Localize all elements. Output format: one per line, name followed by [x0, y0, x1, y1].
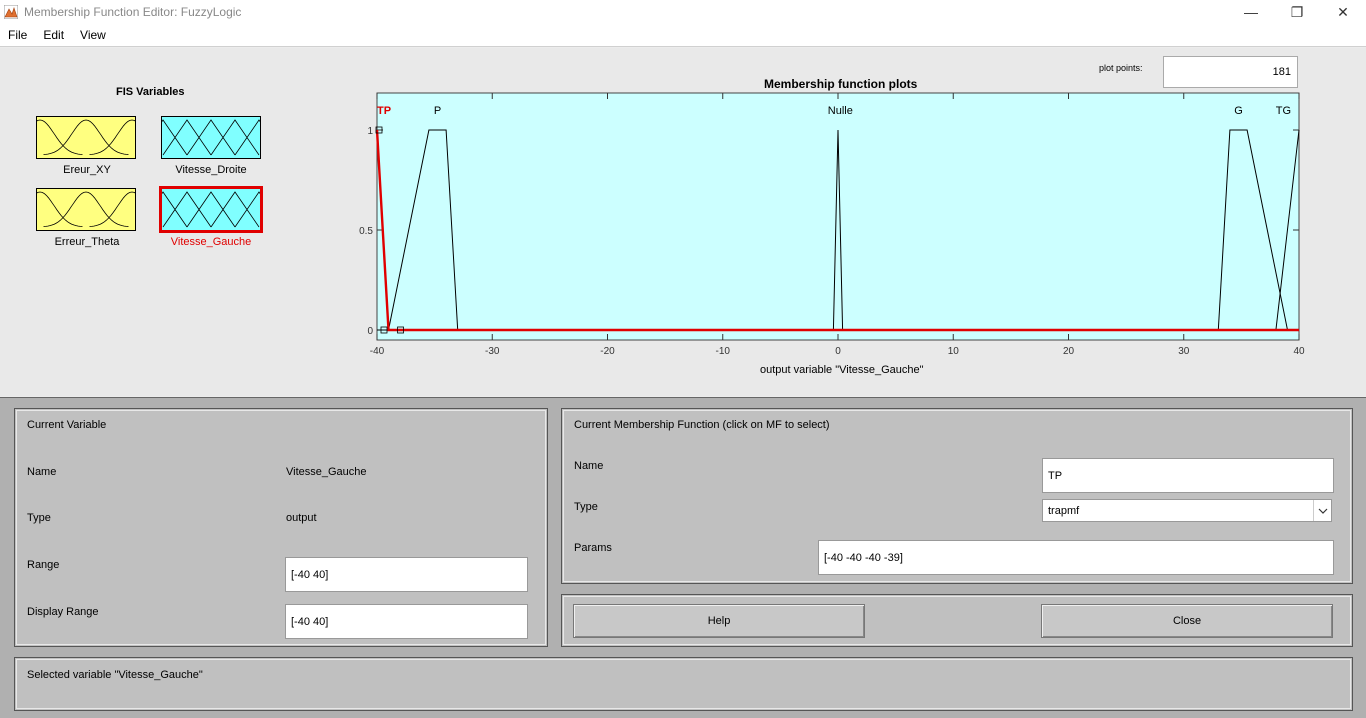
chevron-down-icon [1313, 500, 1331, 521]
close-window-button[interactable]: ✕ [1320, 0, 1366, 24]
mf-params-input[interactable] [818, 540, 1334, 575]
fis-variable-ereur-xy[interactable] [36, 116, 136, 159]
lower-area: Current Variable Name Vitesse_Gauche Typ… [0, 397, 1366, 718]
x-tick-label: 40 [1293, 346, 1305, 357]
mf-name-label: Name [574, 460, 604, 472]
variable-name-label: Name [27, 466, 57, 478]
mf-type-value: trapmf [1048, 504, 1080, 517]
plot-points-label: plot points: [1099, 63, 1143, 73]
current-variable-title: Current Variable [27, 419, 107, 431]
mf-type-select[interactable]: trapmf [1042, 499, 1332, 522]
matlab-icon [4, 5, 18, 19]
buttons-panel: Help Close [561, 594, 1353, 647]
mf-thumbnail [162, 117, 260, 158]
membership-function-plot[interactable]: -40 -30 -20 -10 0 10 20 30 40 0 0.5 1 P Nulle G TG TP [350, 90, 1320, 362]
x-tick-label: -10 [716, 346, 731, 357]
mf-label-g[interactable]: G [1234, 105, 1243, 117]
display-range-label: Display Range [27, 606, 99, 618]
menu-file[interactable]: File [0, 24, 35, 47]
fis-variable-vitesse-droite[interactable] [161, 116, 261, 159]
range-label: Range [27, 559, 60, 571]
mf-label-p[interactable]: P [434, 105, 441, 117]
variable-type-value: output [286, 512, 317, 524]
help-button[interactable]: Help [573, 604, 865, 638]
close-button[interactable]: Close [1041, 604, 1333, 638]
title-bar: Membership Function Editor: FuzzyLogic —… [0, 0, 1366, 24]
fis-variable-label-selected: Vitesse_Gauche [170, 236, 252, 248]
plot-title: Membership function plots [764, 77, 918, 91]
mf-name-input[interactable] [1042, 458, 1334, 493]
x-tick-label: 0 [835, 346, 841, 357]
status-panel: Selected variable "Vitesse_Gauche" [14, 657, 1353, 711]
x-tick-label: -30 [485, 346, 500, 357]
mf-label-tp[interactable]: TP [377, 105, 391, 117]
mf-type-label: Type [574, 501, 598, 513]
mf-thumbnail [37, 117, 135, 158]
display-range-input[interactable] [285, 604, 528, 639]
mf-params-label: Params [574, 542, 612, 554]
fis-variable-erreur-theta[interactable] [36, 188, 136, 231]
current-mf-panel: Current Membership Function (click on MF… [561, 408, 1353, 584]
fis-variables-title: FIS Variables [116, 86, 185, 98]
y-tick-label: 0 [367, 326, 373, 337]
mf-thumbnail [162, 189, 260, 230]
menu-bar: File Edit View [0, 24, 1366, 47]
status-message: Selected variable "Vitesse_Gauche" [27, 669, 203, 681]
minimize-button[interactable]: — [1228, 0, 1274, 24]
fis-variable-label: Ereur_XY [63, 164, 111, 176]
variable-name-value: Vitesse_Gauche [286, 466, 367, 478]
fis-variable-vitesse-gauche[interactable] [159, 186, 263, 233]
variable-type-label: Type [27, 512, 51, 524]
fis-variable-label: Erreur_Theta [54, 236, 120, 248]
current-variable-panel: Current Variable Name Vitesse_Gauche Typ… [14, 408, 548, 647]
current-mf-title: Current Membership Function (click on MF… [574, 419, 830, 431]
y-tick-label: 1 [367, 126, 373, 137]
restore-button[interactable]: ❐ [1274, 0, 1320, 24]
range-input[interactable] [285, 557, 528, 592]
x-tick-label: 20 [1063, 346, 1075, 357]
window-title: Membership Function Editor: FuzzyLogic [24, 5, 242, 19]
x-axis-label: output variable "Vitesse_Gauche" [760, 364, 924, 376]
fis-variable-label: Vitesse_Droite [175, 164, 247, 176]
x-tick-label: -40 [370, 346, 385, 357]
menu-view[interactable]: View [72, 24, 114, 47]
top-area: FIS Variables Ereur_XY Vitesse_Droite Er… [0, 48, 1366, 396]
y-tick-label: 0.5 [359, 226, 373, 237]
mf-label-nulle[interactable]: Nulle [828, 105, 853, 117]
x-tick-label: 30 [1178, 346, 1190, 357]
mf-label-tg[interactable]: TG [1276, 105, 1291, 117]
menu-edit[interactable]: Edit [35, 24, 72, 47]
plot-points-input[interactable] [1163, 56, 1298, 88]
mf-thumbnail [37, 189, 135, 230]
x-tick-label: 10 [948, 346, 960, 357]
x-tick-label: -20 [600, 346, 615, 357]
